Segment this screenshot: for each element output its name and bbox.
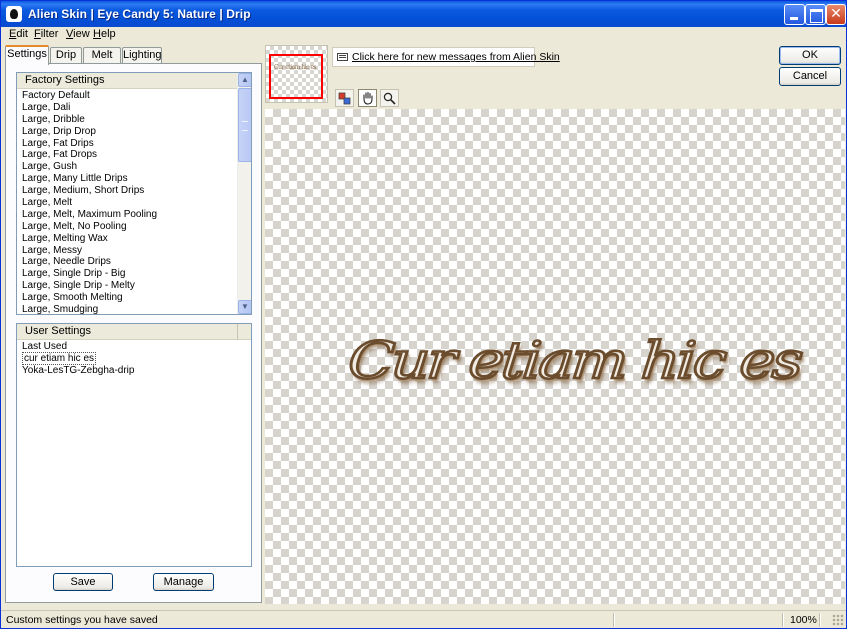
list-item[interactable]: Large, Single Drip - Big (22, 268, 157, 280)
user-settings-list[interactable]: User Settings Last Used cur etiam hic es… (16, 323, 252, 567)
cancel-button[interactable]: Cancel (779, 67, 841, 86)
factory-settings-items: Factory Default Large, Dali Large, Dribb… (22, 90, 157, 314)
preview-canvas[interactable]: Cur etiam hic es (265, 109, 845, 604)
drip-effect-preview-text: Cur etiam hic es (345, 330, 804, 392)
messages-link[interactable]: Click here for new messages from Alien S… (332, 47, 560, 67)
user-settings-items: Last Used cur etiam hic es Yoka-LesTG-Ze… (22, 341, 134, 377)
zoom-tool-icon (383, 92, 396, 105)
user-settings-header-divider (17, 324, 238, 340)
status-text: Custom settings you have saved (6, 614, 158, 626)
list-item[interactable]: Large, Drip Drop (22, 126, 157, 138)
list-item[interactable]: Large, Fat Drips (22, 138, 157, 150)
navigator-preview-text: Cur etiam hic es (274, 64, 316, 71)
tab-settings[interactable]: Settings (5, 45, 49, 65)
chevron-up-icon: ▲ (241, 75, 249, 84)
list-item[interactable]: Large, Melt, No Pooling (22, 221, 157, 233)
list-item[interactable]: Factory Default (22, 90, 157, 102)
navigator-view-rect[interactable] (269, 54, 323, 99)
menu-filter[interactable]: Filter (34, 28, 58, 40)
close-icon: ✕ (830, 6, 842, 22)
message-icon (337, 53, 348, 61)
save-button[interactable]: Save (53, 573, 113, 591)
menu-bar: Edit Filter View Help (1, 27, 846, 43)
list-item[interactable]: Large, Medium, Short Drips (22, 185, 157, 197)
preview-toggle-button[interactable] (335, 89, 354, 107)
zoom-level: 100% (790, 614, 817, 626)
hand-tool-button[interactable] (358, 89, 377, 107)
hand-tool-icon (362, 91, 373, 105)
scroll-thumb[interactable] (238, 88, 251, 162)
tab-drip[interactable]: Drip (50, 47, 82, 64)
settings-tab-panel: Factory Settings Factory Default Large, … (5, 63, 262, 603)
minimize-button[interactable] (784, 4, 805, 25)
tab-lighting[interactable]: Lighting (122, 47, 162, 64)
factory-settings-list[interactable]: Factory Settings Factory Default Large, … (16, 72, 252, 315)
title-bar[interactable]: Alien Skin | Eye Candy 5: Nature | Drip … (1, 1, 846, 27)
status-divider (613, 613, 614, 627)
list-item-selected[interactable]: cur etiam hic es (22, 351, 134, 365)
ok-button[interactable]: OK (779, 46, 841, 65)
list-item[interactable]: Large, Dali (22, 102, 157, 114)
messages-link-text[interactable]: Click here for new messages from Alien S… (352, 51, 560, 63)
list-item[interactable]: Large, Melting Wax (22, 233, 157, 245)
status-bar: Custom settings you have saved 100% (1, 610, 846, 628)
maximize-button[interactable] (805, 4, 826, 25)
menu-help[interactable]: Help (93, 28, 116, 40)
resize-grip-icon[interactable] (832, 614, 844, 626)
eye-candy-window: Alien Skin | Eye Candy 5: Nature | Drip … (0, 0, 847, 629)
list-item[interactable]: Large, Melt, Maximum Pooling (22, 209, 157, 221)
status-divider (782, 613, 783, 627)
factory-settings-header[interactable]: Factory Settings (17, 73, 238, 89)
window-title: Alien Skin | Eye Candy 5: Nature | Drip (28, 7, 251, 21)
list-item[interactable]: Large, Single Drip - Melty (22, 280, 157, 292)
zoom-tool-button[interactable] (380, 89, 399, 107)
list-item[interactable]: Large, Gush (22, 161, 157, 173)
manage-button[interactable]: Manage (153, 573, 214, 591)
scroll-down-button[interactable]: ▼ (238, 300, 251, 314)
status-divider (819, 613, 820, 627)
navigator-thumbnail[interactable]: Cur etiam hic es (265, 45, 328, 103)
close-button[interactable]: ✕ (826, 4, 846, 25)
list-item[interactable]: Large, Dribble (22, 114, 157, 126)
scroll-up-button[interactable]: ▲ (238, 73, 251, 87)
list-item[interactable]: Yoka-LesTG-Zebgha-drip (22, 365, 134, 377)
chevron-down-icon: ▼ (241, 302, 249, 311)
factory-list-scrollbar[interactable]: ▲ ▼ (237, 73, 251, 314)
list-item[interactable]: Large, Melt (22, 197, 157, 209)
alien-skin-app-icon[interactable] (6, 6, 22, 22)
list-item[interactable]: Large, Fat Drops (22, 149, 157, 161)
menu-view[interactable]: View (66, 28, 90, 40)
list-item[interactable]: Large, Messy (22, 245, 157, 257)
menu-edit[interactable]: Edit (9, 28, 28, 40)
list-item[interactable]: Large, Many Little Drips (22, 173, 157, 185)
list-item[interactable]: Large, Needle Drips (22, 256, 157, 268)
preview-toggle-icon (338, 92, 351, 105)
list-item[interactable]: Large, Smudging (22, 304, 157, 314)
tab-melt[interactable]: Melt (83, 47, 121, 64)
list-item[interactable]: Large, Smooth Melting (22, 292, 157, 304)
